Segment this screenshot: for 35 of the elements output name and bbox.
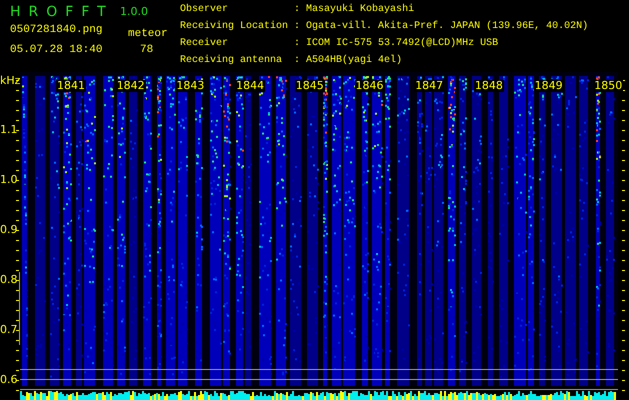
axis-tick-label: 0.6: [0, 374, 18, 386]
info-colon: :: [294, 38, 300, 51]
axis-tick-label: 1.0: [0, 174, 18, 186]
app-title: HROFFT: [10, 4, 115, 20]
info-value: Masayuki Kobayashi: [306, 4, 416, 17]
time-label: 1843: [175, 80, 206, 92]
time-label: 1850: [593, 80, 624, 92]
axis-tick-label: 0.7: [0, 324, 18, 336]
axis-tick-label: 1.1: [0, 124, 18, 136]
time-label: 1845: [294, 80, 325, 92]
date-time: 05.07.28 18:40: [10, 44, 104, 56]
info-label: Observer: [180, 4, 230, 17]
meteor-count: 78: [140, 44, 154, 56]
time-label: 1841: [56, 80, 86, 92]
info-value: ICOM IC-575 53.7492(@LCD)MHz USB: [306, 38, 500, 51]
info-value: Ogata-vill. Akita-Pref. JAPAN (139.96E, 40.02N): [306, 21, 588, 34]
app-version: 1.0.0: [120, 5, 148, 18]
axis-tick-label: 0.9: [0, 224, 18, 236]
axis-tick-label: 0.8: [0, 274, 18, 286]
info-label: Receiver: [180, 38, 230, 51]
info-colon: :: [294, 21, 300, 34]
meteor-label: meteor: [128, 28, 169, 40]
info-label: Receiving antenna: [180, 55, 284, 68]
info-colon: :: [294, 4, 300, 17]
info-label: Receiving Location: [180, 21, 288, 34]
time-label: 1842: [116, 80, 146, 92]
file-name: 0507281840.png: [10, 24, 104, 36]
time-label: 1846: [354, 80, 384, 92]
axis-unit: kHz: [0, 74, 20, 87]
info-value: A504HB(yagi 4el): [306, 55, 404, 68]
info-colon: :: [294, 55, 300, 68]
time-label: 1849: [534, 80, 564, 92]
time-label: 1848: [474, 80, 504, 92]
time-label: 1847: [414, 80, 444, 92]
time-label: 1844: [235, 80, 266, 92]
